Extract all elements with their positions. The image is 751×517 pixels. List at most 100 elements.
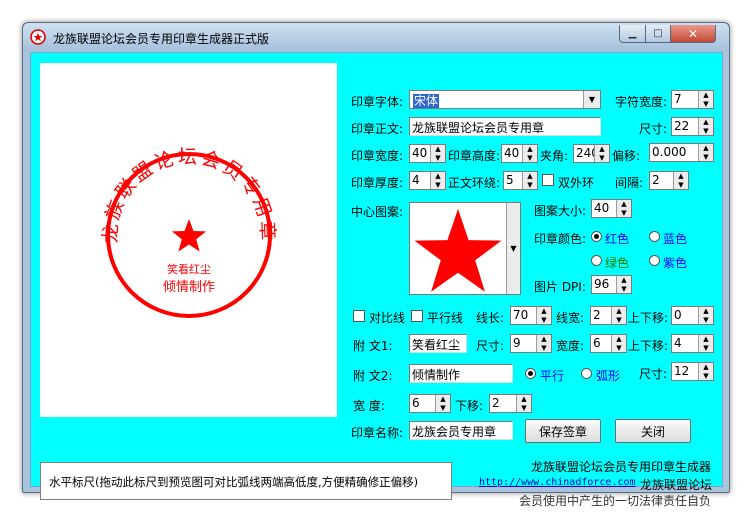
color-red-radio[interactable] bbox=[591, 231, 602, 242]
thickness-spinner[interactable]: 4 ▲ ▼ bbox=[409, 171, 446, 190]
chevron-down-icon[interactable]: ▼ bbox=[583, 91, 600, 108]
spin-down-icon[interactable]: ▼ bbox=[699, 100, 713, 109]
pattern-size-spinner[interactable]: 40 ▲ ▼ bbox=[591, 199, 632, 218]
spin-up-icon[interactable]: ▲ bbox=[699, 363, 713, 372]
color-blue-radio[interactable] bbox=[649, 231, 660, 242]
angle-spinner[interactable]: 240 ▲▼ bbox=[573, 144, 610, 163]
spin-down-icon[interactable]: ▼ bbox=[523, 181, 537, 190]
subtext1-width-spinner[interactable]: 6 ▲ ▼ bbox=[590, 334, 627, 353]
seal-height-spinner[interactable]: 40 ▲ ▼ bbox=[501, 144, 538, 163]
contrast-line-label[interactable]: 对比线 bbox=[369, 309, 405, 326]
size-value[interactable]: 22 bbox=[672, 118, 698, 135]
spin-down-icon[interactable]: ▼ bbox=[431, 154, 445, 163]
font-dropdown[interactable]: 宋体 ▼ bbox=[409, 90, 601, 109]
line-length-spinner[interactable]: 70 ▲ ▼ bbox=[510, 306, 552, 325]
double-ring-label[interactable]: 双外环 bbox=[558, 174, 594, 191]
save-seal-button[interactable]: 保存签章 bbox=[525, 419, 601, 443]
seal-width-value[interactable]: 40 bbox=[410, 145, 430, 162]
color-green-radio[interactable] bbox=[591, 255, 602, 266]
maximize-button[interactable]: □ bbox=[645, 25, 671, 43]
subtext1-shift-value[interactable]: 4 bbox=[672, 335, 698, 352]
spin-down-icon[interactable]: ▼ bbox=[699, 153, 713, 162]
width-value[interactable]: 6 bbox=[410, 395, 435, 412]
angle-value[interactable]: 240 bbox=[574, 145, 594, 162]
spin-up-icon[interactable]: ▲ bbox=[699, 307, 713, 316]
parallel-line-label[interactable]: 平行线 bbox=[427, 309, 463, 326]
spin-down-icon[interactable]: ▼ bbox=[612, 316, 626, 325]
color-red-label[interactable]: 红色 bbox=[605, 230, 629, 247]
spin-up-icon[interactable]: ▲ bbox=[674, 172, 688, 181]
color-blue-label[interactable]: 蓝色 bbox=[663, 230, 687, 247]
down-shift-spinner[interactable]: 2 ▲ ▼ bbox=[489, 394, 532, 413]
spin-up-icon[interactable]: ▲ bbox=[699, 335, 713, 344]
width-spinner[interactable]: 6 ▲ ▼ bbox=[409, 394, 451, 413]
pattern-size-value[interactable]: 40 bbox=[592, 200, 616, 217]
color-green-label[interactable]: 绿色 bbox=[605, 254, 629, 271]
line-length-value[interactable]: 70 bbox=[511, 307, 536, 324]
seal-height-value[interactable]: 40 bbox=[502, 145, 522, 162]
spin-down-icon[interactable]: ▼ bbox=[537, 344, 551, 353]
subtext2-size-value[interactable]: 12 bbox=[672, 363, 698, 380]
spin-up-icon[interactable]: ▲ bbox=[517, 395, 531, 404]
down-shift-value[interactable]: 2 bbox=[490, 395, 516, 412]
parallel-line-checkbox[interactable] bbox=[411, 310, 423, 322]
seal-width-spinner[interactable]: 40 ▲ ▼ bbox=[409, 144, 446, 163]
spin-down-icon[interactable]: ▼ bbox=[517, 404, 531, 413]
thickness-value[interactable]: 4 bbox=[410, 172, 430, 189]
spin-down-icon[interactable]: ▼ bbox=[612, 344, 626, 353]
spin-down-icon[interactable]: ▼ bbox=[699, 344, 713, 353]
close-button[interactable]: 关闭 bbox=[615, 419, 691, 443]
spin-up-icon[interactable]: ▲ bbox=[523, 172, 537, 181]
spin-down-icon[interactable]: ▼ bbox=[674, 181, 688, 190]
spin-down-icon[interactable]: ▼ bbox=[617, 285, 631, 294]
wrap-spinner[interactable]: 5 ▲ ▼ bbox=[503, 171, 538, 190]
spacing-spinner[interactable]: 2 ▲ ▼ bbox=[649, 171, 689, 190]
spin-up-icon[interactable]: ▲ bbox=[612, 307, 626, 316]
spin-down-icon[interactable]: ▼ bbox=[431, 181, 445, 190]
parallel-radio[interactable] bbox=[525, 368, 536, 379]
line-shift-spinner[interactable]: 0 ▲ ▼ bbox=[671, 306, 714, 325]
contrast-line-checkbox[interactable] bbox=[353, 310, 365, 322]
chevron-down-icon[interactable]: ▼ bbox=[506, 203, 520, 294]
subtext1-size-spinner[interactable]: 9 ▲ ▼ bbox=[510, 334, 552, 353]
spin-up-icon[interactable]: ▲ bbox=[612, 335, 626, 344]
title-bar[interactable]: 龙族联盟论坛会员专用印章生成器正式版 ▁ □ ✕ bbox=[23, 23, 729, 51]
spin-up-icon[interactable]: ▲ bbox=[617, 200, 631, 209]
spacing-value[interactable]: 2 bbox=[650, 172, 673, 189]
line-width-value[interactable]: 2 bbox=[591, 307, 611, 324]
subtext1-size-value[interactable]: 9 bbox=[511, 335, 536, 352]
dpi-value[interactable]: 96 bbox=[592, 276, 616, 293]
subtext2-size-spinner[interactable]: 12 ▲ ▼ bbox=[671, 362, 714, 381]
double-ring-checkbox[interactable] bbox=[542, 174, 554, 186]
subtext1-width-value[interactable]: 6 bbox=[591, 335, 611, 352]
offset-spinner[interactable]: 0.000 ▲ ▼ bbox=[649, 143, 714, 162]
spin-up-icon[interactable]: ▲ bbox=[523, 145, 537, 154]
subtext2-input[interactable]: 倾情制作 bbox=[409, 364, 513, 383]
homepage-link[interactable]: http://www.chinadforce.com bbox=[479, 477, 636, 488]
spin-up-icon[interactable]: ▲ bbox=[431, 145, 445, 154]
dpi-spinner[interactable]: 96 ▲ ▼ bbox=[591, 275, 632, 294]
spin-down-icon[interactable]: ▼ bbox=[523, 154, 537, 163]
spin-down-icon[interactable]: ▼ bbox=[699, 372, 713, 381]
offset-value[interactable]: 0.000 bbox=[650, 144, 698, 161]
spin-down-icon[interactable]: ▼ bbox=[595, 154, 609, 163]
arc-radio-label[interactable]: 弧形 bbox=[596, 367, 620, 384]
spin-down-icon[interactable]: ▼ bbox=[699, 127, 713, 136]
spin-up-icon[interactable]: ▲ bbox=[699, 91, 713, 100]
horizontal-ruler[interactable]: 水平标尺(拖动此标尺到预览图可对比弧线两端高低度,方便精确修正偏移) bbox=[40, 462, 452, 500]
parallel-radio-label[interactable]: 平行 bbox=[540, 367, 564, 384]
line-shift-value[interactable]: 0 bbox=[672, 307, 698, 324]
spin-up-icon[interactable]: ▲ bbox=[436, 395, 450, 404]
spin-up-icon[interactable]: ▲ bbox=[699, 118, 713, 127]
close-window-button[interactable]: ✕ bbox=[670, 25, 716, 43]
seal-name-input[interactable]: 龙族会员专用章 bbox=[409, 421, 513, 440]
center-image-picker[interactable]: ▼ bbox=[409, 202, 521, 295]
size-spinner[interactable]: 22 ▲ ▼ bbox=[671, 117, 714, 136]
char-width-value[interactable]: 7 bbox=[672, 91, 698, 108]
spin-down-icon[interactable]: ▼ bbox=[699, 316, 713, 325]
body-text-input[interactable]: 龙族联盟论坛会员专用章 bbox=[409, 117, 601, 136]
line-width-spinner[interactable]: 2 ▲ ▼ bbox=[590, 306, 627, 325]
spin-down-icon[interactable]: ▼ bbox=[537, 316, 551, 325]
spin-up-icon[interactable]: ▲ bbox=[537, 335, 551, 344]
spin-up-icon[interactable]: ▲ bbox=[617, 276, 631, 285]
